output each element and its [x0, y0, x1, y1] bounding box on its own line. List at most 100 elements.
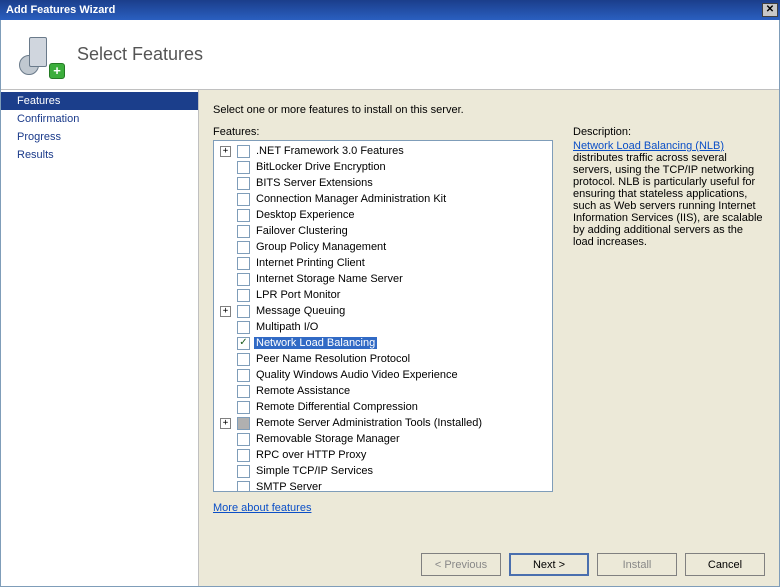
checkbox[interactable]	[237, 305, 250, 318]
tree-item[interactable]: Connection Manager Administration Kit	[214, 191, 552, 207]
description-label: Description:	[573, 126, 765, 138]
next-button[interactable]: Next >	[509, 553, 589, 576]
expander-spacer	[220, 450, 231, 461]
checkbox[interactable]	[237, 257, 250, 270]
expander-spacer	[220, 386, 231, 397]
expander-spacer	[220, 370, 231, 381]
expander-spacer	[220, 434, 231, 445]
tree-item-label: Simple TCP/IP Services	[254, 465, 375, 477]
checkbox[interactable]	[237, 145, 250, 158]
features-tree[interactable]: + .NET Framework 3.0 Features BitLocker Dr…	[213, 140, 553, 492]
wizard-header: + Select Features	[1, 20, 779, 90]
cancel-button[interactable]: Cancel	[685, 553, 765, 576]
tree-item[interactable]: Internet Storage Name Server	[214, 271, 552, 287]
expander-spacer	[220, 242, 231, 253]
tree-item[interactable]: Simple TCP/IP Services	[214, 463, 552, 479]
install-button[interactable]: Install	[597, 553, 677, 576]
server-plus-icon: +	[19, 33, 63, 77]
wizard-buttons: < Previous Next > Install Cancel	[213, 539, 765, 576]
expander-spacer	[220, 290, 231, 301]
expander-spacer	[220, 322, 231, 333]
expander-spacer	[220, 178, 231, 189]
previous-button[interactable]: < Previous	[421, 553, 501, 576]
checkbox[interactable]	[237, 481, 250, 493]
tree-item-label: .NET Framework 3.0 Features	[254, 145, 406, 157]
page-title: Select Features	[77, 44, 203, 65]
tree-item-label: Quality Windows Audio Video Experience	[254, 369, 460, 381]
checkbox[interactable]: ✓	[237, 337, 250, 350]
description-link[interactable]: Network Load Balancing (NLB)	[573, 140, 724, 152]
tree-item[interactable]: Remote Differential Compression	[214, 399, 552, 415]
checkbox[interactable]	[237, 369, 250, 382]
expander-spacer	[220, 482, 231, 493]
expander-spacer	[220, 210, 231, 221]
tree-item[interactable]: LPR Port Monitor	[214, 287, 552, 303]
tree-item-label: Message Queuing	[254, 305, 347, 317]
more-about-features-link[interactable]: More about features	[213, 502, 553, 514]
plus-expander-icon[interactable]: +	[220, 306, 231, 317]
tree-item-label: Removable Storage Manager	[254, 433, 402, 445]
checkbox[interactable]	[237, 401, 250, 414]
checkbox[interactable]	[237, 289, 250, 302]
tree-item-label: Remote Assistance	[254, 385, 352, 397]
checkbox[interactable]	[237, 177, 250, 190]
close-icon[interactable]: ✕	[762, 3, 778, 17]
tree-item-label: Multipath I/O	[254, 321, 320, 333]
checkbox[interactable]	[237, 209, 250, 222]
tree-item[interactable]: Desktop Experience	[214, 207, 552, 223]
expander-spacer	[220, 402, 231, 413]
tree-item[interactable]: Failover Clustering	[214, 223, 552, 239]
tree-item-label: Remote Differential Compression	[254, 401, 420, 413]
sidebar-item-progress[interactable]: Progress	[1, 128, 198, 146]
tree-item[interactable]: Removable Storage Manager	[214, 431, 552, 447]
tree-item[interactable]: Remote Assistance	[214, 383, 552, 399]
sidebar-item-features[interactable]: Features	[1, 92, 198, 110]
wizard-steps-sidebar: FeaturesConfirmationProgressResults	[1, 90, 199, 586]
tree-item-label: Group Policy Management	[254, 241, 388, 253]
checkbox[interactable]	[237, 465, 250, 478]
tree-item[interactable]: + .NET Framework 3.0 Features	[214, 143, 552, 159]
checkbox[interactable]	[237, 225, 250, 238]
tree-item[interactable]: SMTP Server	[214, 479, 552, 492]
plus-expander-icon[interactable]: +	[220, 146, 231, 157]
tree-item[interactable]: Group Policy Management	[214, 239, 552, 255]
checkbox[interactable]	[237, 433, 250, 446]
tree-item[interactable]: RPC over HTTP Proxy	[214, 447, 552, 463]
check-icon: ✓	[239, 338, 247, 348]
tree-item[interactable]: + Message Queuing	[214, 303, 552, 319]
expander-spacer	[220, 466, 231, 477]
plus-expander-icon[interactable]: +	[220, 418, 231, 429]
titlebar: Add Features Wizard ✕	[0, 0, 780, 20]
tree-item-label: SMTP Server	[254, 481, 324, 492]
tree-item[interactable]: Multipath I/O	[214, 319, 552, 335]
tree-item[interactable]: Internet Printing Client	[214, 255, 552, 271]
checkbox[interactable]	[237, 385, 250, 398]
tree-item[interactable]: ✓Network Load Balancing	[214, 335, 552, 351]
sidebar-item-confirmation[interactable]: Confirmation	[1, 110, 198, 128]
tree-item-label: Desktop Experience	[254, 209, 356, 221]
sidebar-item-results[interactable]: Results	[1, 146, 198, 164]
expander-spacer	[220, 354, 231, 365]
checkbox[interactable]	[237, 193, 250, 206]
checkbox[interactable]	[237, 449, 250, 462]
checkbox[interactable]	[237, 321, 250, 334]
tree-item[interactable]: Quality Windows Audio Video Experience	[214, 367, 552, 383]
checkbox[interactable]	[237, 273, 250, 286]
tree-item-label: Internet Printing Client	[254, 257, 367, 269]
tree-item[interactable]: BITS Server Extensions	[214, 175, 552, 191]
tree-item-label: BitLocker Drive Encryption	[254, 161, 388, 173]
tree-item[interactable]: BitLocker Drive Encryption	[214, 159, 552, 175]
checkbox[interactable]	[237, 241, 250, 254]
features-label: Features:	[213, 126, 553, 138]
tree-item[interactable]: Peer Name Resolution Protocol	[214, 351, 552, 367]
tree-item-label: Peer Name Resolution Protocol	[254, 353, 412, 365]
expander-spacer	[220, 226, 231, 237]
tree-item[interactable]: +Remote Server Administration Tools (Ins…	[214, 415, 552, 431]
expander-spacer	[220, 162, 231, 173]
checkbox[interactable]	[237, 161, 250, 174]
tree-item-label: Failover Clustering	[254, 225, 350, 237]
checkbox[interactable]	[237, 417, 250, 430]
expander-spacer	[220, 274, 231, 285]
checkbox[interactable]	[237, 353, 250, 366]
tree-item-label: RPC over HTTP Proxy	[254, 449, 368, 461]
